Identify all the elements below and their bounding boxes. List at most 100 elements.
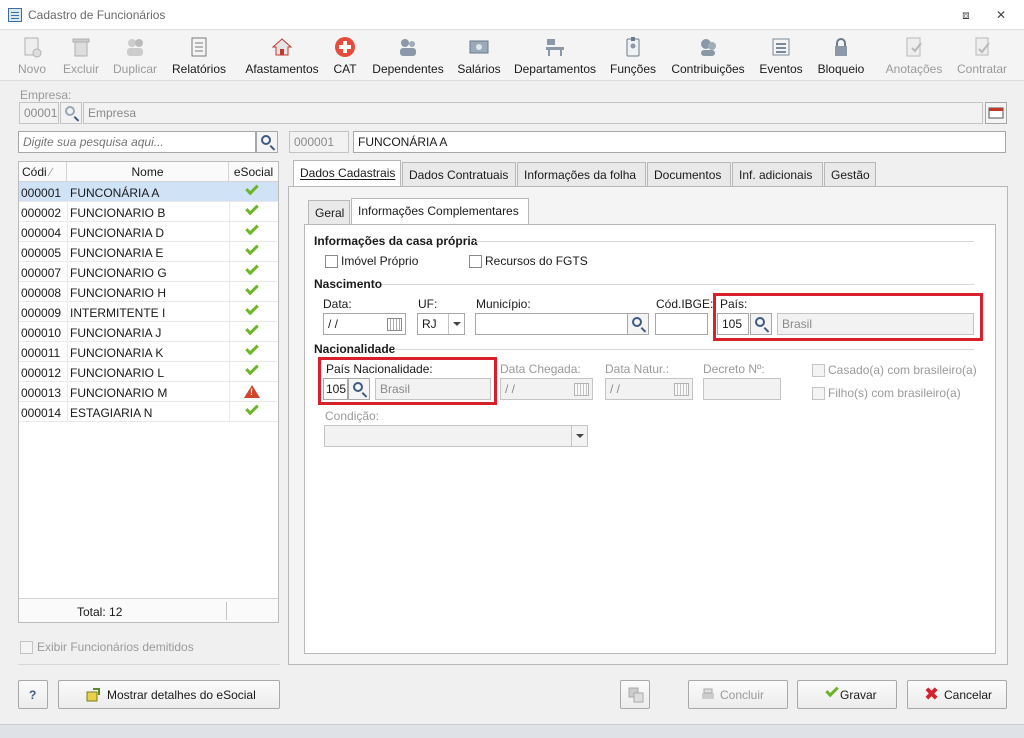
gravar-button[interactable]: Gravar: [797, 680, 897, 709]
users-icon: [127, 39, 143, 56]
toolbar-delete-button[interactable]: Excluir: [58, 31, 104, 81]
table-row[interactable]: 000009 INTERMITENTE I: [19, 301, 278, 322]
employee-name-field[interactable]: FUNCONÁRIA A: [353, 131, 1006, 153]
nascimento-uf-select[interactable]: RJ: [417, 313, 465, 335]
esocial-icon: [86, 688, 100, 702]
data-chegada-field[interactable]: / /: [500, 378, 593, 400]
tab-documentos[interactable]: Documentos: [647, 162, 731, 187]
toolbar-lock-button[interactable]: Bloqueio: [812, 31, 870, 81]
tab-informacoes-folha[interactable]: Informações da folha: [517, 162, 646, 187]
esocial-details-button[interactable]: Mostrar detalhes do eSocial: [58, 680, 280, 709]
table-row[interactable]: 000013 FUNCIONARIO M: [19, 382, 278, 402]
casado-brasileiro-checkbox[interactable]: [812, 364, 825, 377]
transfer-button[interactable]: [620, 680, 650, 709]
nascimento-uf-label: UF:: [418, 297, 438, 311]
table-row[interactable]: 000004 FUNCIONARIA D: [19, 221, 278, 242]
toolbar-notes-button[interactable]: Anotações: [880, 31, 948, 81]
pais-code-field[interactable]: 105: [717, 313, 749, 335]
tab-gestao[interactable]: Gestão: [824, 162, 876, 187]
decreto-field[interactable]: [703, 378, 781, 400]
filho-brasileiro-checkbox[interactable]: [812, 387, 825, 400]
ibge-field[interactable]: [655, 313, 708, 335]
table-row[interactable]: 000011 FUNCIONARIA K: [19, 341, 278, 362]
toolbar-salaries-button[interactable]: Salários: [454, 31, 504, 81]
subtab-geral[interactable]: Geral: [308, 200, 350, 225]
column-header-esocial[interactable]: eSocial: [229, 162, 278, 182]
condicao-select[interactable]: [324, 425, 588, 447]
employee-code-field[interactable]: 000001: [289, 131, 349, 153]
toolbar-dependents-button[interactable]: Dependentes: [368, 31, 448, 81]
printer-icon: [702, 688, 714, 699]
list-total: Total: 12: [77, 605, 123, 619]
concluir-button[interactable]: Concluir: [688, 680, 788, 709]
data-chegada-label: Data Chegada:: [500, 362, 581, 376]
toolbar-leaves-button[interactable]: Afastamentos: [240, 31, 324, 81]
table-row[interactable]: 000014 ESTAGIARIA N: [19, 401, 278, 422]
imovel-proprio-checkbox[interactable]: [325, 255, 338, 268]
condicao-label: Condição:: [325, 409, 380, 423]
empresa-code-field[interactable]: 00001: [19, 102, 59, 124]
municipio-search-button[interactable]: [627, 313, 649, 335]
nascimento-data-label: Data:: [323, 297, 352, 311]
money-icon: [469, 40, 489, 54]
recursos-fgts-label: Recursos do FGTS: [485, 254, 588, 268]
toolbar-functions-button[interactable]: Funções: [606, 31, 660, 81]
calendar-icon[interactable]: [671, 379, 691, 399]
toolbar-cat-button[interactable]: CAT: [330, 31, 360, 81]
list-icon: [772, 38, 790, 56]
toolbar-new-button[interactable]: Novo: [12, 31, 52, 81]
calendar-icon[interactable]: [384, 314, 404, 334]
table-row[interactable]: 000001 FUNCONÁRIA A: [19, 181, 278, 202]
table-row[interactable]: 000010 FUNCIONARIA J: [19, 321, 278, 342]
empresa-search-button[interactable]: [60, 102, 82, 124]
table-row[interactable]: 000008 FUNCIONARIO H: [19, 281, 278, 302]
chevron-down-icon: [571, 426, 587, 446]
toolbar-duplicate-button[interactable]: Duplicar: [108, 31, 162, 81]
empresa-card-button[interactable]: [985, 102, 1007, 124]
column-header-name[interactable]: Nome: [67, 162, 229, 182]
search-button[interactable]: [256, 131, 278, 153]
check-icon: [245, 221, 259, 236]
toolbar-departments-button[interactable]: Departamentos: [510, 31, 600, 81]
data-natur-field[interactable]: / /: [605, 378, 693, 400]
data-natur-label: Data Natur.:: [605, 362, 670, 376]
subtab-informacoes-complementares[interactable]: Informações Complementares: [351, 198, 529, 225]
calendar-icon[interactable]: [571, 379, 591, 399]
close-icon: ✖: [924, 684, 940, 704]
table-row[interactable]: 000007 FUNCIONARIO G: [19, 261, 278, 282]
toolbar-events-button[interactable]: Eventos: [756, 31, 806, 81]
help-button[interactable]: ?: [18, 680, 48, 709]
toolbar-reports-button[interactable]: Relatórios: [168, 31, 230, 81]
search-input[interactable]: [18, 131, 256, 153]
table-row[interactable]: 000012 FUNCIONARIO L: [19, 361, 278, 382]
check-icon: [245, 261, 259, 276]
close-icon[interactable]: ✕: [993, 7, 1009, 23]
check-icon: [245, 401, 259, 416]
table-row[interactable]: 000002 FUNCIONARIO B: [19, 201, 278, 222]
app-icon: [8, 8, 22, 22]
chevron-down-icon: [448, 314, 464, 334]
show-dismissed-checkbox[interactable]: [20, 641, 33, 654]
municipio-field[interactable]: [475, 313, 628, 335]
recursos-fgts-checkbox[interactable]: [469, 255, 482, 268]
toolbar-contributions-button[interactable]: Contribuições: [666, 31, 750, 81]
empresa-name-field[interactable]: Empresa: [83, 102, 983, 124]
toolbar-hire-button[interactable]: Contratar: [952, 31, 1012, 81]
nascimento-data-field[interactable]: / /: [323, 313, 406, 335]
restore-icon[interactable]: ⧈: [958, 7, 974, 23]
municipio-label: Município:: [476, 297, 531, 311]
card-icon: [988, 107, 1004, 119]
pais-search-button[interactable]: [750, 313, 772, 335]
tab-dados-contratuais[interactable]: Dados Contratuais: [402, 162, 516, 187]
dependents-icon: [400, 39, 416, 56]
pais-nacionalidade-code-field[interactable]: 105: [323, 378, 348, 400]
tab-inf-adicionais[interactable]: Inf. adicionais: [732, 162, 823, 187]
cancelar-button[interactable]: ✖ Cancelar: [907, 680, 1007, 709]
lock-icon: [835, 38, 847, 56]
tab-dados-cadastrais[interactable]: Dados Cadastrais: [293, 160, 401, 187]
check-icon: [245, 281, 259, 296]
casa-propria-title: Informações da casa própria: [314, 234, 478, 248]
table-row[interactable]: 000005 FUNCIONARIA E: [19, 241, 278, 262]
pais-nacionalidade-search-button[interactable]: [348, 378, 370, 400]
column-header-code[interactable]: Códi ∕: [19, 162, 67, 182]
